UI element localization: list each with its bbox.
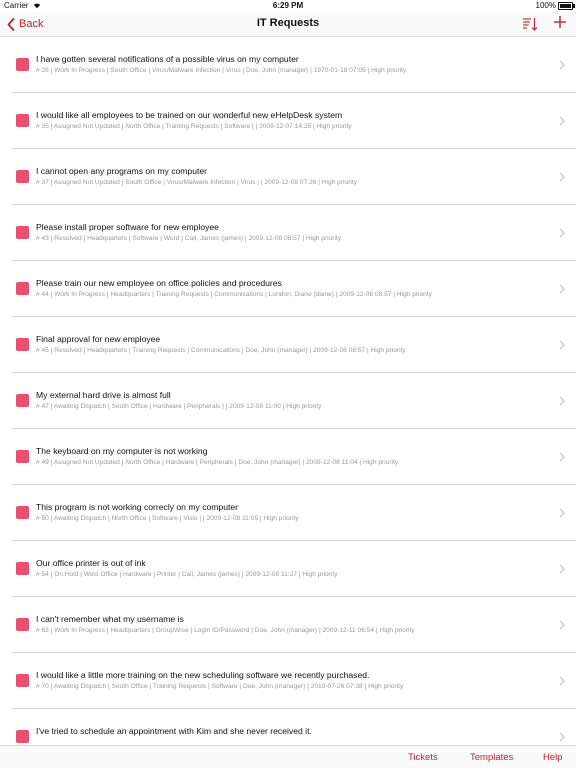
ticket-details: # 28 | Work In Progress | South Office |…: [36, 67, 407, 74]
ticket-details: # 35 | Assigned Not Updated | North Offi…: [36, 123, 352, 130]
chevron-right-icon: [559, 60, 565, 70]
navigation-bar: Back IT Requests: [0, 12, 576, 37]
chevron-right-icon: [559, 508, 565, 518]
ticket-row[interactable]: The keyboard on my computer is not worki…: [0, 429, 576, 485]
ticket-row[interactable]: I cannot open any programs on my compute…: [0, 149, 576, 205]
ticket-title: Please train our new employee on office …: [36, 278, 282, 288]
ticket-title: I have gotten several notifications of a…: [36, 54, 299, 64]
ticket-title: Please install proper software for new e…: [36, 222, 219, 232]
ticket-row[interactable]: I can't remember what my username is # 6…: [0, 597, 576, 653]
ticket-details: # 37 | Assigned Not Updated | South Offi…: [36, 179, 357, 186]
ticket-title: Our office printer is out of ink: [36, 558, 146, 568]
priority-indicator: [16, 58, 29, 71]
ticket-details: # 43 | Resolved | Headquarters | Softwar…: [36, 235, 342, 242]
chevron-right-icon: [559, 452, 565, 462]
ticket-row[interactable]: Please train our new employee on office …: [0, 261, 576, 317]
ticket-title: Final approval for new employee: [36, 334, 161, 344]
chevron-right-icon: [559, 396, 565, 406]
priority-indicator: [16, 226, 29, 239]
add-icon[interactable]: [553, 15, 567, 29]
chevron-right-icon: [559, 732, 565, 742]
priority-indicator: [16, 282, 29, 295]
ticket-row[interactable]: I would like a little more training on t…: [0, 653, 576, 709]
clock: 6:29 PM: [272, 1, 304, 10]
ticket-row[interactable]: Our office printer is out of ink # 54 | …: [0, 541, 576, 597]
ticket-details: # 47 | Awaiting Dispatch | South Office …: [36, 403, 322, 410]
ticket-title: My external hard drive is almost full: [36, 390, 171, 400]
ticket-details: # 44 | Work In Progress | Headquarters |…: [36, 291, 432, 298]
page-title: IT Requests: [256, 17, 320, 29]
ticket-row[interactable]: This program is not working correcly on …: [0, 485, 576, 541]
ticket-details: # 63 | Work In Progress | Headquarters |…: [36, 627, 415, 634]
ticket-row[interactable]: I've tried to schedule an appointment wi…: [0, 709, 576, 746]
ticket-details: # 49 | Assigned Not Updated | North Offi…: [36, 459, 399, 466]
ticket-title: I would like a little more training on t…: [36, 670, 370, 680]
ticket-details: # 50 | Awaiting Dispatch | North Office …: [36, 515, 299, 522]
priority-indicator: [16, 674, 29, 687]
chevron-right-icon: [559, 172, 565, 182]
ticket-title: I would like all employees to be trained…: [36, 110, 343, 120]
status-bar: Carrier 6:29 PM 100%: [0, 0, 576, 12]
ticket-details: # 45 | Resolved | Headquarters | Trainin…: [36, 347, 406, 354]
bottom-toolbar: Tickets Templates Help: [0, 745, 576, 768]
priority-indicator: [16, 170, 29, 183]
priority-indicator: [16, 618, 29, 631]
ticket-title: I can't remember what my username is: [36, 614, 184, 624]
chevron-right-icon: [559, 116, 565, 126]
ticket-list: I have gotten several notifications of a…: [0, 37, 576, 746]
ticket-row[interactable]: I have gotten several notifications of a…: [0, 37, 576, 93]
ticket-details: # 70 | Awaiting Dispatch | South Office …: [36, 683, 404, 690]
chevron-right-icon: [559, 676, 565, 686]
ticket-title: I've tried to schedule an appointment wi…: [36, 726, 312, 736]
battery-icon: [558, 2, 575, 10]
ticket-title: This program is not working correcly on …: [36, 502, 239, 512]
priority-indicator: [16, 562, 29, 575]
chevron-right-icon: [559, 340, 565, 350]
ticket-row[interactable]: I would like all employees to be trained…: [0, 93, 576, 149]
ticket-details: # 54 | On Hold | West Office | Hardware …: [36, 571, 338, 578]
sort-icon[interactable]: [522, 16, 538, 32]
tab-tickets[interactable]: Tickets: [408, 752, 438, 763]
priority-indicator: [16, 730, 29, 743]
tab-help[interactable]: Help: [543, 752, 563, 763]
ticket-row[interactable]: My external hard drive is almost full # …: [0, 373, 576, 429]
ticket-title: The keyboard on my computer is not worki…: [36, 446, 208, 456]
priority-indicator: [16, 450, 29, 463]
chevron-right-icon: [559, 284, 565, 294]
priority-indicator: [16, 114, 29, 127]
ticket-row[interactable]: Final approval for new employee # 45 | R…: [0, 317, 576, 373]
tab-templates[interactable]: Templates: [470, 752, 513, 763]
chevron-right-icon: [559, 620, 565, 630]
battery-percentage: 100%: [535, 1, 556, 10]
ticket-row[interactable]: Please install proper software for new e…: [0, 205, 576, 261]
priority-indicator: [16, 394, 29, 407]
ticket-title: I cannot open any programs on my compute…: [36, 166, 208, 176]
priority-indicator: [16, 506, 29, 519]
chevron-right-icon: [559, 228, 565, 238]
chevron-right-icon: [559, 564, 565, 574]
priority-indicator: [16, 338, 29, 351]
